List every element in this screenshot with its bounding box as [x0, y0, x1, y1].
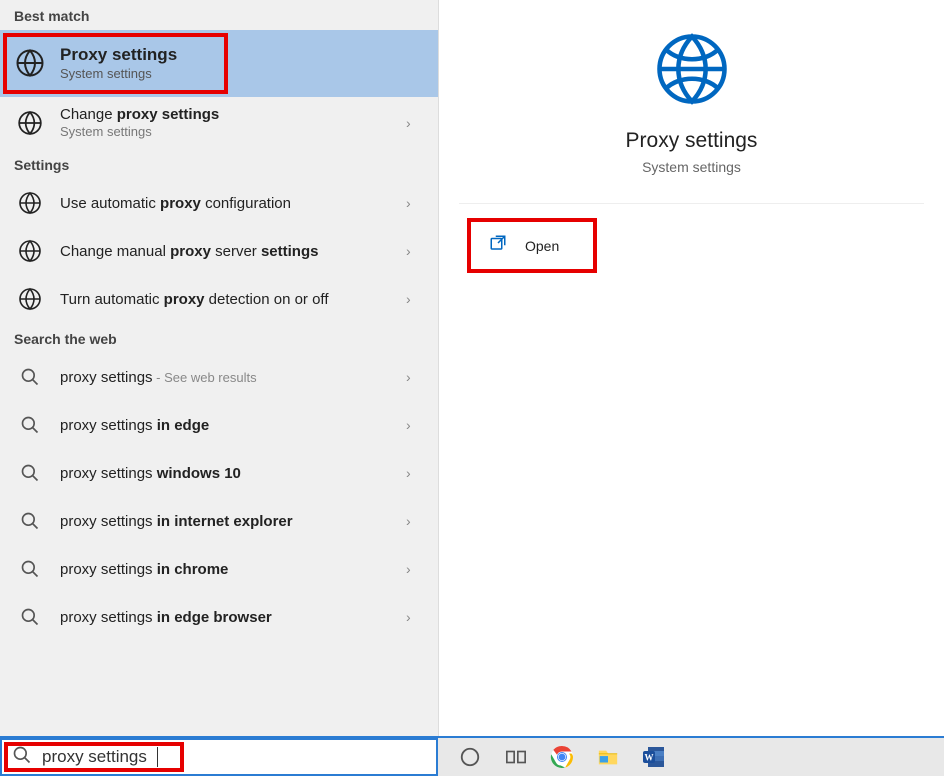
- result-title: proxy settings in edge browser: [60, 608, 392, 628]
- section-header-best-match: Best match: [0, 0, 438, 30]
- result-change-proxy[interactable]: Change proxy settings System settings ›: [0, 97, 438, 149]
- result-web-item[interactable]: proxy settings in internet explorer ›: [0, 497, 438, 545]
- result-title: proxy settings windows 10: [60, 464, 392, 484]
- chevron-right-icon: ›: [406, 465, 424, 481]
- open-icon: [489, 234, 507, 257]
- result-web-item[interactable]: proxy settings in edge ›: [0, 401, 438, 449]
- result-web-item[interactable]: proxy settings in chrome ›: [0, 545, 438, 593]
- svg-text:W: W: [645, 753, 654, 763]
- result-title: Proxy settings: [60, 44, 424, 66]
- search-icon: [14, 409, 46, 441]
- result-title: proxy settings in chrome: [60, 560, 392, 580]
- open-button[interactable]: Open: [467, 218, 597, 273]
- text-caret: [157, 747, 158, 767]
- search-icon: [14, 601, 46, 633]
- globe-large-icon: [439, 30, 944, 113]
- search-icon: [14, 457, 46, 489]
- search-input[interactable]: proxy settings: [0, 738, 438, 776]
- preview-pane: Proxy settings System settings Open: [438, 0, 944, 736]
- preview-title: Proxy settings: [439, 129, 944, 153]
- result-title: Use automatic proxy configuration: [60, 194, 392, 214]
- file-explorer-icon[interactable]: [594, 743, 622, 771]
- result-title: Turn automatic proxy detection on or off: [60, 290, 360, 310]
- chevron-right-icon: ›: [406, 243, 424, 259]
- globe-icon: [14, 47, 46, 79]
- search-icon: [14, 553, 46, 585]
- globe-icon: [14, 235, 46, 267]
- result-web-item[interactable]: proxy settings windows 10 ›: [0, 449, 438, 497]
- result-web-item[interactable]: proxy settings in edge browser ›: [0, 593, 438, 641]
- search-results-pane: Best match Proxy settings System setting…: [0, 0, 438, 736]
- taskbar: proxy settings W: [0, 736, 944, 776]
- result-best-match[interactable]: Proxy settings System settings: [0, 30, 438, 97]
- globe-icon: [14, 283, 46, 315]
- open-label: Open: [525, 238, 559, 254]
- chevron-right-icon: ›: [406, 417, 424, 433]
- chrome-icon[interactable]: [548, 743, 576, 771]
- result-subtitle: System settings: [60, 124, 392, 141]
- preview-subtitle: System settings: [439, 159, 944, 175]
- section-header-settings: Settings: [0, 149, 438, 179]
- result-title: proxy settings in edge: [60, 416, 392, 436]
- result-subtitle: System settings: [60, 66, 424, 83]
- result-settings-item[interactable]: Change manual proxy server settings ›: [0, 227, 438, 275]
- search-icon: [14, 361, 46, 393]
- chevron-right-icon: ›: [406, 561, 424, 577]
- result-title: Change proxy settings: [60, 105, 392, 125]
- result-settings-item[interactable]: Use automatic proxy configuration ›: [0, 179, 438, 227]
- result-title: proxy settings - See web results: [60, 368, 392, 388]
- result-title: Change manual proxy server settings: [60, 242, 392, 262]
- result-settings-item[interactable]: Turn automatic proxy detection on or off…: [0, 275, 438, 323]
- chevron-right-icon: ›: [406, 195, 424, 211]
- chevron-right-icon: ›: [406, 115, 424, 131]
- search-icon: [12, 745, 32, 770]
- globe-icon: [14, 187, 46, 219]
- word-icon[interactable]: W: [640, 743, 668, 771]
- chevron-right-icon: ›: [406, 609, 424, 625]
- cortana-icon[interactable]: [456, 743, 484, 771]
- task-view-icon[interactable]: [502, 743, 530, 771]
- search-icon: [14, 505, 46, 537]
- globe-icon: [14, 107, 46, 139]
- chevron-right-icon: ›: [406, 291, 424, 307]
- chevron-right-icon: ›: [406, 369, 424, 385]
- result-web-item[interactable]: proxy settings - See web results ›: [0, 353, 438, 401]
- search-text: proxy settings: [42, 747, 147, 767]
- result-title: proxy settings in internet explorer: [60, 512, 392, 532]
- chevron-right-icon: ›: [406, 513, 424, 529]
- section-header-web: Search the web: [0, 323, 438, 353]
